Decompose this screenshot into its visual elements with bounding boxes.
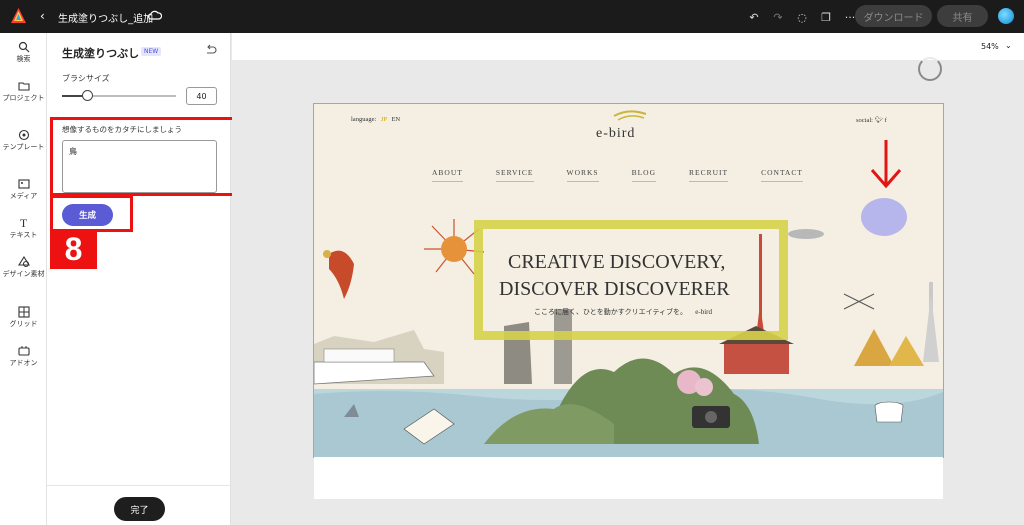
grid-icon (17, 306, 30, 318)
slider-thumb[interactable] (81, 90, 93, 101)
hero-heading-line1: CREATIVE DISCOVERY, (508, 251, 726, 273)
rail-item-templates[interactable]: テンプレート (0, 129, 47, 152)
redo-icon[interactable]: ↷ (769, 8, 787, 26)
rail-item-grid[interactable]: グリッド (0, 306, 47, 329)
back-chevron-icon[interactable]: ‹ (40, 9, 45, 23)
addon-icon (17, 346, 30, 356)
share-button[interactable]: 共有 (937, 5, 988, 27)
rail-item-text[interactable]: T テキスト (0, 217, 47, 240)
site-nav: ABOUT SERVICE WORKS BLOG RECRUIT CONTACT (432, 168, 803, 182)
rail-item-design-assets[interactable]: デザイン素材 (0, 256, 47, 279)
language-switch: language: JP EN (351, 116, 401, 123)
canvas-toolbar (232, 33, 1024, 60)
lang-jp-link[interactable]: JP (381, 116, 387, 123)
template-icon (18, 129, 29, 141)
callout-8-box (50, 195, 133, 232)
left-rail: 検索 プロジェクト テンプレート メディア T テキスト デザイン素材 グリッド… (0, 33, 47, 525)
loading-spinner-icon (918, 57, 942, 81)
nav-item-about[interactable]: ABOUT (432, 168, 463, 182)
media-icon (17, 179, 30, 189)
top-bar: ‹ 生成塗りつぶし_追加 ↶ ↷ ◌ ❐ ··· ダウンロード 共有 (0, 0, 1024, 33)
callout-7-box (50, 117, 236, 196)
hero-subtitle: こころに届く、ひとを動かすクリエイティブを。 e-bird (534, 308, 712, 316)
facebook-icon[interactable]: f (884, 117, 886, 124)
social-links: social: 🐦︎ f (856, 117, 887, 124)
done-button[interactable]: 完了 (114, 497, 165, 521)
twitter-icon[interactable]: 🐦︎ (875, 117, 883, 124)
document-title[interactable]: 生成塗りつぶし_追加 (58, 10, 153, 25)
panel-divider (47, 485, 231, 486)
callout-8-number: 8 (50, 230, 97, 269)
text-icon: T (19, 216, 28, 230)
nav-item-works[interactable]: WORKS (566, 168, 599, 182)
comment-icon[interactable]: ❐ (817, 8, 835, 26)
brand-logo: e-bird (596, 126, 636, 141)
hero-heading-line2: DISCOVER DISCOVERER (499, 278, 730, 300)
brush-size-label: ブラシサイズ (62, 74, 110, 83)
lang-en-link[interactable]: EN (391, 116, 400, 123)
brush-size-input[interactable]: 40 (186, 87, 217, 105)
folder-icon (17, 82, 30, 91)
new-badge: NEW (141, 47, 162, 56)
search-icon (18, 41, 29, 53)
adobe-express-logo-icon[interactable] (11, 8, 26, 23)
download-button[interactable]: ダウンロード (855, 5, 932, 27)
nav-item-service[interactable]: SERVICE (495, 168, 534, 182)
nav-item-contact[interactable]: CONTACT (761, 168, 803, 182)
avatar[interactable] (998, 8, 1014, 24)
artboard[interactable]: language: JP EN social: 🐦︎ f e-bird ABOU… (313, 103, 944, 458)
undo-icon[interactable]: ↶ (745, 8, 763, 26)
fill-selection-mask[interactable] (861, 198, 907, 236)
rail-item-search[interactable]: 検索 (0, 41, 47, 64)
rail-item-addons[interactable]: アドオン (0, 345, 47, 368)
nav-item-blog[interactable]: BLOG (631, 168, 657, 182)
cloud-icon (148, 10, 162, 20)
arrow-down-icon (870, 140, 902, 189)
chevron-down-icon[interactable]: ⌄ (1005, 41, 1012, 50)
shapes-icon (17, 256, 30, 268)
nav-item-recruit[interactable]: RECRUIT (689, 168, 729, 182)
panel-title: 生成塗りつぶし (62, 47, 140, 60)
rail-item-projects[interactable]: プロジェクト (0, 80, 47, 103)
generative-fill-panel: 生成塗りつぶし NEW ブラシサイズ 40 想像するものをカタチにしましょう 鳥… (47, 33, 231, 525)
rail-item-media[interactable]: メディア (0, 178, 47, 201)
artboard-lower[interactable] (314, 457, 943, 499)
zoom-level[interactable]: 54% (981, 42, 999, 51)
lightbulb-icon[interactable]: ◌ (793, 8, 811, 26)
reset-icon[interactable] (205, 44, 217, 54)
